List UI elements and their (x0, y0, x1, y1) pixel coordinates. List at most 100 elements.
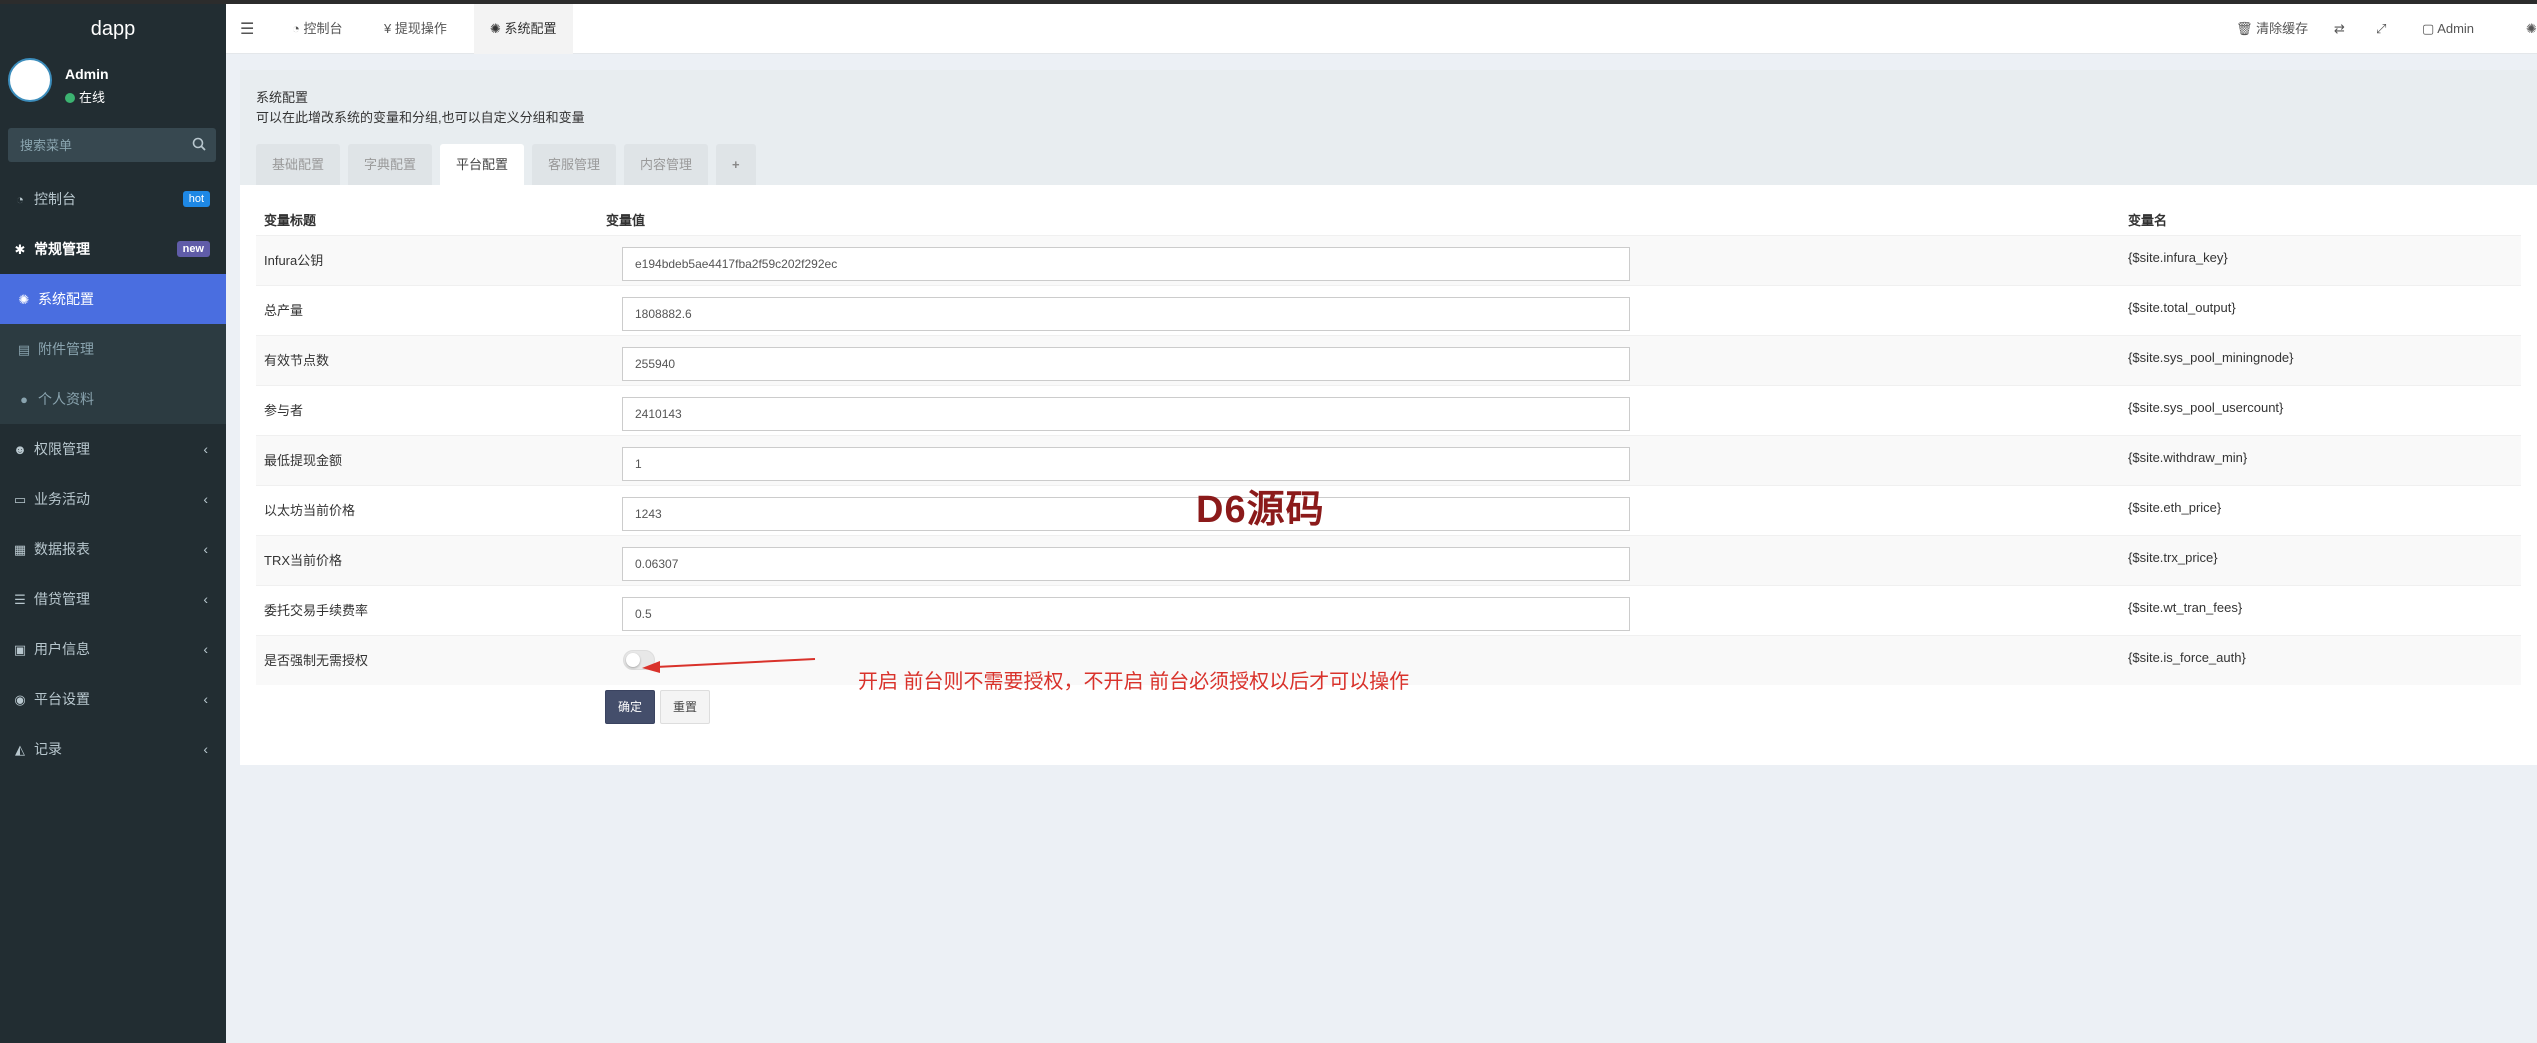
tab-content-management[interactable]: 内容管理 (624, 144, 709, 185)
sidebar-item-users[interactable]: ▣ 用户信息 ‹ (0, 624, 226, 674)
yen-icon: ¥ (384, 21, 395, 36)
sidebar-item-records[interactable]: ◭ 记录 ‹ (0, 724, 226, 774)
annotation-arrow-icon (642, 658, 816, 673)
panel-description: 可以在此增改系统的变量和分组,也可以自定义分组和变量 (256, 110, 585, 125)
chevron-left-icon: ‹ (203, 591, 208, 607)
sidebar-item-label: 附件管理 (38, 341, 94, 357)
toggle-knob (626, 653, 640, 667)
eth-price-input[interactable] (622, 497, 1630, 531)
sidebar-item-label: 个人资料 (38, 391, 94, 407)
search-icon[interactable] (192, 137, 206, 151)
sidebar: dapp Admin 在线 ◔ 控制台 hot ✱ 常规管理 new ✺ 系统配置 ▤ 附件… (0, 4, 226, 1043)
table-row: 有效节点数 {$site.sys_pool_miningnode} (256, 335, 2521, 385)
sidebar-item-business[interactable]: ▭ 业务活动 ‹ (0, 474, 226, 524)
row-title: 有效节点数 (264, 353, 330, 368)
avatar: ▢ (2422, 21, 2438, 36)
tab-dashboard[interactable]: ◔ 控制台 (276, 4, 358, 54)
sidebar-item-loans[interactable]: ☰ 借贷管理 ‹ (0, 574, 226, 624)
file-icon: ▤ (17, 342, 31, 357)
sidebar-item-label: 记录 (34, 741, 62, 757)
table-row: 参与者 {$site.sys_pool_usercount} (256, 385, 2521, 435)
hot-badge: hot (182, 191, 210, 207)
chevron-left-icon: ‹ (203, 491, 208, 507)
sidebar-item-label: 常规管理 (34, 241, 90, 257)
table-row: Infura公钥 {$site.infura_key} (256, 235, 2521, 285)
tab-customer-service[interactable]: 客服管理 (532, 144, 617, 185)
area-chart-icon: ◭ (15, 742, 25, 757)
tab-label: 控制台 (303, 21, 343, 36)
watermark-text: D6源码 (1196, 489, 1325, 531)
tab-platform-config[interactable]: 平台配置 (440, 144, 525, 185)
confirm-button[interactable]: 确定 (605, 690, 656, 724)
trx-price-input[interactable] (622, 547, 1630, 581)
avatar (8, 58, 52, 102)
chevron-left-icon: ‹ (203, 441, 208, 457)
total-output-input[interactable] (622, 297, 1630, 331)
tab-label: 提现操作 (394, 21, 447, 36)
row-variable-name: {$site.sys_pool_miningnode} (2128, 350, 2294, 365)
user-icon: ● (20, 392, 28, 407)
row-title: 参与者 (264, 403, 304, 418)
clear-cache-label: 清除缓存 (2256, 21, 2309, 36)
sidebar-item-platform[interactable]: ◉ 平台设置 ‹ (0, 674, 226, 724)
settings-gear-icon[interactable]: ✺ (2526, 4, 2537, 54)
user-count-input[interactable] (622, 397, 1630, 431)
row-title: 委托交易手续费率 (264, 603, 369, 618)
sidebar-item-general[interactable]: ✱ 常规管理 new (0, 224, 226, 274)
table-row: TRX当前价格 {$site.trx_price} (256, 535, 2521, 585)
menu-search-input[interactable] (8, 128, 216, 162)
report-icon: ▦ (13, 542, 27, 557)
sidebar-item-profile[interactable]: ● 个人资料 (0, 374, 226, 424)
sidebar-item-label: 业务活动 (34, 491, 90, 507)
column-header-value: 变量值 (606, 213, 646, 228)
row-variable-name: {$site.is_force_auth} (2128, 650, 2246, 665)
table-row: 以太坊当前价格 {$site.eth_price} (256, 485, 2521, 535)
sidebar-item-label: 平台设置 (34, 691, 90, 707)
sidebar-item-system-config[interactable]: ✺ 系统配置 (0, 274, 226, 324)
row-variable-name: {$site.trx_price} (2128, 550, 2218, 565)
tab-dictionary-config[interactable]: 字典配置 (348, 144, 433, 185)
trade-fee-input[interactable] (622, 597, 1630, 631)
row-variable-name: {$site.eth_price} (2128, 500, 2222, 515)
infura-key-input[interactable] (622, 247, 1630, 281)
row-title: TRX当前价格 (264, 553, 343, 568)
sidebar-item-permissions[interactable]: ☻ 权限管理 ‹ (0, 424, 226, 474)
clear-cache-button[interactable]: 🗑 清除缓存 (2236, 4, 2308, 54)
row-variable-name: {$site.withdraw_min} (2128, 450, 2248, 465)
user-status-label: 在线 (79, 90, 106, 105)
admin-name: Admin (2437, 21, 2475, 36)
mining-node-input[interactable] (622, 347, 1630, 381)
withdraw-min-input[interactable] (622, 447, 1630, 481)
admin-menu[interactable]: ▢ Admin (2422, 4, 2474, 54)
fullscreen-icon[interactable]: ⤢ (2376, 4, 2386, 54)
sidebar-item-reports[interactable]: ▦ 数据报表 ‹ (0, 524, 226, 574)
tab-label: 系统配置 (504, 21, 557, 36)
menu-toggle-icon[interactable]: ☰ (240, 19, 254, 39)
language-icon[interactable]: ⇄ (2334, 4, 2345, 54)
row-variable-name: {$site.infura_key} (2128, 250, 2228, 265)
chevron-left-icon: ‹ (203, 641, 208, 657)
trash-icon: 🗑 (2236, 21, 2257, 36)
id-card-icon: ▭ (13, 492, 27, 507)
cogs-icon: ✱ (14, 242, 26, 257)
table-row: 总产量 {$site.total_output} (256, 285, 2521, 335)
sidebar-item-dashboard[interactable]: ◔ 控制台 hot (0, 174, 226, 224)
menu-search (8, 128, 216, 162)
list-icon: ☰ (14, 592, 26, 607)
tab-withdraw[interactable]: ¥ 提现操作 (368, 4, 463, 54)
brand-logo[interactable]: dapp (0, 4, 226, 54)
tab-basic-config[interactable]: 基础配置 (256, 144, 341, 185)
row-title: Infura公钥 (264, 253, 324, 268)
config-panel: 系统配置 可以在此增改系统的变量和分组,也可以自定义分组和变量 基础配置 字典配… (240, 70, 2537, 765)
chevron-left-icon: ‹ (203, 541, 208, 557)
reset-button[interactable]: 重置 (660, 690, 711, 724)
sidebar-item-label: 数据报表 (34, 541, 90, 557)
sidebar-item-attachments[interactable]: ▤ 附件管理 (0, 324, 226, 374)
tab-system-config[interactable]: ✺ 系统配置 (474, 4, 573, 54)
panel-title: 系统配置 (256, 90, 309, 105)
gear-icon: ✺ (490, 21, 505, 36)
row-title: 以太坊当前价格 (264, 503, 356, 518)
column-header-name: 变量名 (2128, 213, 2168, 228)
dot-circle-icon: ◉ (14, 692, 26, 707)
add-tab-button[interactable]: + (716, 144, 756, 185)
